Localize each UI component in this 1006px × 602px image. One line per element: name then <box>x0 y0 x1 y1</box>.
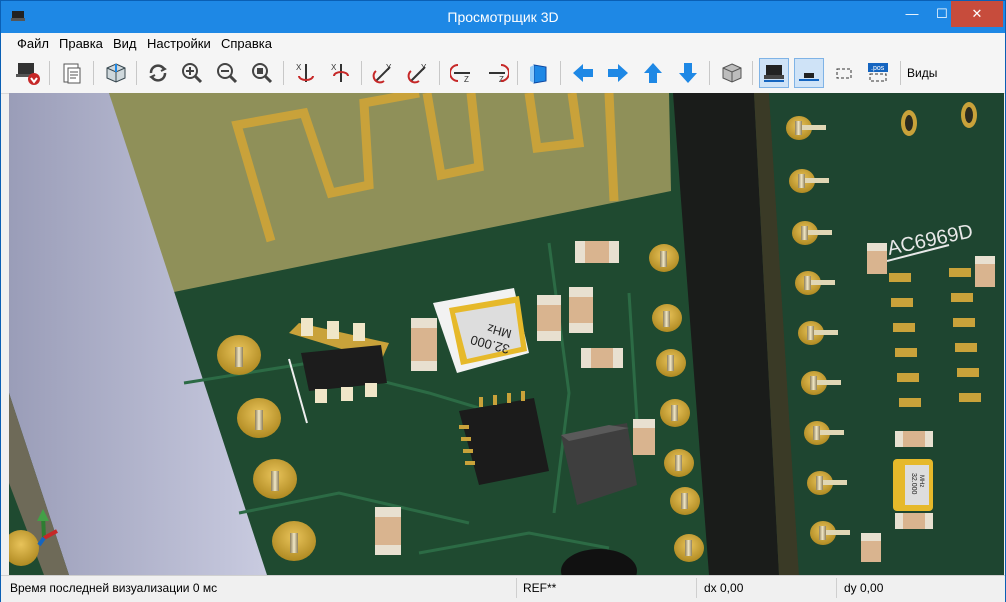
svg-text:X: X <box>331 63 337 72</box>
viewer-window: Просмотрщик 3D — ☐ ✕ Файл Правка Вид Нас… <box>0 0 1006 602</box>
dy-readout: dy 0,00 <box>844 581 884 595</box>
board-body-icon <box>764 65 784 82</box>
close-button[interactable]: ✕ <box>951 1 1003 27</box>
window-title: Просмотрщик 3D <box>447 9 559 25</box>
rotate-y-cw-button[interactable]: Y <box>369 58 399 88</box>
rotate-y-ccw-button[interactable]: Y <box>404 58 434 88</box>
orthographic-toggle-button[interactable] <box>717 58 747 88</box>
zoom-out-icon <box>217 63 238 84</box>
move-up-button[interactable] <box>638 58 668 88</box>
show-board-body-toggle[interactable] <box>759 58 789 88</box>
dx-readout: dx 0,00 <box>704 581 744 595</box>
menu-help[interactable]: Справка <box>221 36 272 51</box>
arrow-up-icon <box>644 63 662 83</box>
rotate-x-clockwise-icon: X <box>296 63 314 82</box>
refresh-icon <box>149 64 167 82</box>
zoom-in-button[interactable] <box>177 58 207 88</box>
zoom-fit-button[interactable] <box>247 58 277 88</box>
rotate-x-cw-button[interactable]: X <box>291 58 321 88</box>
export-image-icon <box>16 63 40 85</box>
rotate-z-counterclockwise-icon: Z <box>489 64 509 84</box>
menu-file[interactable]: Файл <box>17 36 49 51</box>
menu-preferences[interactable]: Настройки <box>147 36 211 51</box>
toolbar: X X Y Y <box>1 53 1005 94</box>
virtual-model-icon <box>836 68 852 79</box>
clipboard-icon <box>63 63 81 84</box>
svg-text:Z: Z <box>499 75 504 84</box>
crystal-small: 32.000 MHz <box>893 459 933 511</box>
cube-icon <box>722 63 742 83</box>
rotate-z-cw-button[interactable]: Z <box>447 58 477 88</box>
rotate-z-clockwise-icon: Z <box>450 64 470 84</box>
show-footprints-toggle[interactable] <box>794 58 824 88</box>
flip-board-button[interactable] <box>525 58 555 88</box>
3d-box-icon <box>106 63 126 83</box>
menu-bar: Файл Правка Вид Настройки Справка <box>1 33 1005 53</box>
rotate-y-counterclockwise-icon: Y <box>407 63 427 84</box>
menu-view[interactable]: Вид <box>113 36 137 51</box>
arrow-right-icon <box>608 64 628 82</box>
show-pos-file-models-toggle[interactable]: .pos <box>863 58 893 88</box>
menu-edit[interactable]: Правка <box>59 36 103 51</box>
rotate-x-counterclockwise-icon: X <box>331 63 349 82</box>
pos-file-icon: .pos <box>868 63 888 82</box>
rotate-x-ccw-button[interactable]: X <box>326 58 356 88</box>
svg-text:Z: Z <box>464 75 469 84</box>
svg-text:32.000: 32.000 <box>910 473 917 495</box>
move-left-button[interactable] <box>568 58 598 88</box>
raytracing-toggle-button[interactable] <box>101 58 131 88</box>
export-image-button[interactable] <box>13 58 43 88</box>
svg-text:X: X <box>296 63 302 72</box>
rotate-y-clockwise-icon: Y <box>372 63 392 84</box>
rotate-z-ccw-button[interactable]: Z <box>482 58 512 88</box>
status-bar: Время последней визуализации 0 мс REF** … <box>1 575 1005 602</box>
reload-button[interactable] <box>143 58 173 88</box>
copy-to-clipboard-button[interactable] <box>57 58 87 88</box>
move-right-button[interactable] <box>603 58 633 88</box>
flip-board-icon <box>530 64 547 84</box>
3d-viewport[interactable]: AC6969D 32.000 MHz 32.000 MHz <box>9 93 1004 575</box>
render-time-text: Время последней визуализации 0 мс <box>10 581 218 595</box>
move-down-button[interactable] <box>673 58 703 88</box>
arrow-left-icon <box>573 64 593 82</box>
views-dropdown[interactable]: Виды <box>907 66 937 80</box>
pcb-3d-scene: AC6969D 32.000 MHz 32.000 MHz <box>9 93 1004 575</box>
ref-text: REF** <box>523 581 557 595</box>
zoom-fit-icon <box>252 63 273 84</box>
svg-text:.pos: .pos <box>871 65 885 72</box>
svg-text:MHz: MHz <box>918 475 924 487</box>
minimize-button[interactable]: — <box>897 1 927 27</box>
zoom-in-icon <box>182 63 203 84</box>
zoom-out-button[interactable] <box>212 58 242 88</box>
arrow-down-icon <box>679 63 697 83</box>
footprint-icon <box>799 73 819 81</box>
title-bar[interactable]: Просмотрщик 3D — ☐ ✕ <box>1 1 1005 33</box>
show-virtual-models-toggle[interactable] <box>829 58 859 88</box>
